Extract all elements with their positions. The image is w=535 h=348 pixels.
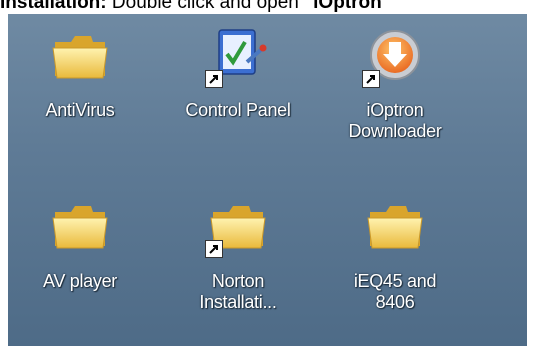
control-panel-icon: [205, 22, 271, 88]
desktop-icon-av-player[interactable]: AV player: [20, 192, 140, 342]
folder-icon: [362, 192, 428, 258]
icon-label-line1: iEQ45 and: [353, 271, 437, 291]
icon-label-line2: Installati...: [199, 292, 277, 312]
icon-label-line1: Norton: [211, 271, 265, 291]
desktop-icon-antivirus[interactable]: AntiVirus: [20, 22, 140, 172]
instruction-text: Double click and open: [106, 0, 305, 13]
shortcut-arrow-icon: [205, 70, 223, 88]
shortcut-arrow-icon: [362, 70, 380, 88]
icon-label-line2: Downloader: [348, 121, 442, 141]
desktop-area: AntiVirus Control Panel iOptron Download…: [8, 14, 527, 346]
instruction-app-name: "iOptron: [304, 0, 382, 13]
screenshot-page: Installation: Double click and open "iOp…: [0, 0, 535, 348]
folder-icon: [47, 192, 113, 258]
desktop-icon-norton-installation[interactable]: Norton Installati...: [178, 192, 298, 342]
desktop-icon-ieq45[interactable]: iEQ45 and 8406: [335, 192, 455, 342]
icon-label-line1: iOptron: [366, 100, 424, 120]
folder-icon: [205, 192, 271, 258]
desktop-icon-ioptron-downloader[interactable]: iOptron Downloader: [335, 22, 455, 172]
instruction-bold-label: Installation:: [0, 0, 107, 13]
downloader-icon: [362, 22, 428, 88]
icon-label: Control Panel: [185, 100, 291, 120]
document-instruction-text: Installation: Double click and open "iOp…: [0, 0, 535, 14]
icon-label: AV player: [42, 271, 117, 291]
icon-label-line2: 8406: [375, 292, 415, 312]
desktop-icon-control-panel[interactable]: Control Panel: [178, 22, 298, 172]
icon-label: AntiVirus: [45, 100, 115, 120]
shortcut-arrow-icon: [205, 240, 223, 258]
folder-icon: [47, 22, 113, 88]
